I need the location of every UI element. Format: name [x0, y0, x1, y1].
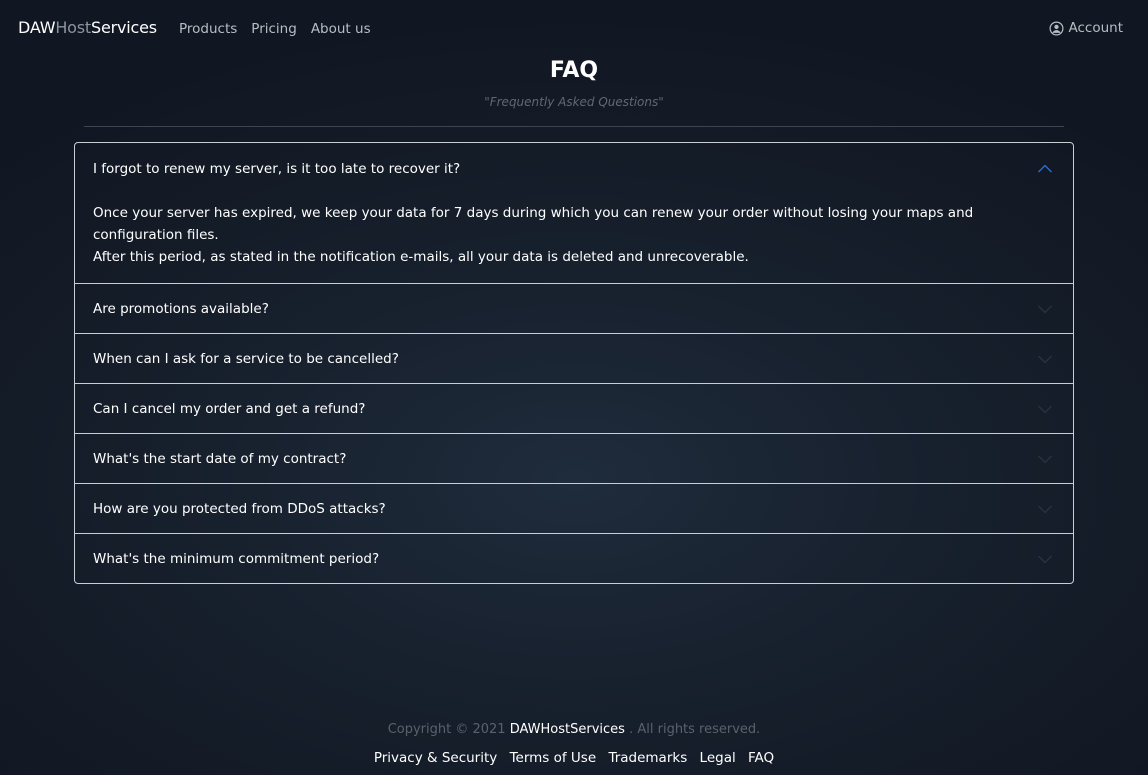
faq-item: What's the start date of my contract? — [75, 434, 1073, 484]
account-label: Account — [1068, 20, 1123, 36]
user-circle-icon — [1049, 21, 1064, 35]
faq-item: What's the minimum commitment period? — [75, 534, 1073, 583]
faq-question-button[interactable]: When can I ask for a service to be cance… — [75, 334, 1073, 383]
footer-link-legal[interactable]: Legal — [700, 750, 736, 766]
footer-links: Privacy & Security Terms of Use Trademar… — [0, 749, 1148, 767]
faq-question-button[interactable]: Are promotions available? — [75, 284, 1073, 333]
faq-answer: Once your server has expired, we keep yo… — [75, 194, 1073, 283]
faq-question: What's the minimum commitment period? — [93, 550, 380, 567]
brand-part-host: Host — [55, 18, 91, 37]
chevron-down-icon — [1038, 405, 1052, 413]
copyright-suffix: . All rights reserved. — [629, 722, 761, 737]
footer-link-terms-of-use[interactable]: Terms of Use — [510, 750, 597, 766]
nav-links: Products Pricing About us — [179, 20, 385, 38]
page-subtitle: "Frequently Asked Questions" — [484, 95, 664, 109]
nav-link-pricing[interactable]: Pricing — [251, 20, 297, 38]
nav-link-products[interactable]: Products — [179, 20, 237, 38]
account-link[interactable]: Account — [1049, 19, 1123, 37]
faq-question-button[interactable]: What's the start date of my contract? — [75, 434, 1073, 483]
brand-part-services: Services — [90, 18, 157, 37]
faq-answer-line: After this period, as stated in the noti… — [93, 249, 749, 265]
chevron-up-icon — [1038, 164, 1052, 172]
chevron-down-icon — [1038, 305, 1052, 313]
footer-link-trademarks[interactable]: Trademarks — [608, 750, 687, 766]
faq-answer-line: Once your server has expired, we keep yo… — [93, 205, 974, 243]
chevron-down-icon — [1038, 555, 1052, 563]
navbar: DAWHostServices Products Pricing About u… — [0, 0, 1148, 56]
copyright-prefix: Copyright © 2021 — [387, 722, 506, 737]
faq-question: How are you protected from DDoS attacks? — [93, 500, 386, 517]
footer-link-privacy-security[interactable]: Privacy & Security — [374, 750, 497, 766]
faq-item: Can I cancel my order and get a refund? — [75, 384, 1073, 434]
faq-question: What's the start date of my contract? — [93, 450, 347, 467]
faq-item: I forgot to renew my server, is it too l… — [75, 143, 1073, 284]
page-title: FAQ — [549, 58, 599, 83]
footer-link-faq[interactable]: FAQ — [748, 750, 774, 766]
brand-part-daw: DAW — [18, 18, 56, 37]
faq-question: Can I cancel my order and get a refund? — [93, 400, 366, 417]
faq-question-button[interactable]: What's the minimum commitment period? — [75, 534, 1073, 583]
header-divider — [84, 126, 1064, 127]
faq-question-button[interactable]: How are you protected from DDoS attacks? — [75, 484, 1073, 533]
faq-question-button[interactable]: I forgot to renew my server, is it too l… — [75, 143, 1073, 194]
nav-link-about-us[interactable]: About us — [311, 20, 371, 38]
faq-question: When can I ask for a service to be cance… — [93, 350, 399, 367]
faq-item: When can I ask for a service to be cance… — [75, 334, 1073, 384]
faq-question-button[interactable]: Can I cancel my order and get a refund? — [75, 384, 1073, 433]
copyright-brand-link[interactable]: DAWHostServices — [510, 722, 625, 737]
footer-copyright: Copyright © 2021 DAWHostServices . All r… — [0, 721, 1148, 739]
chevron-down-icon — [1038, 505, 1052, 513]
faq-accordion: I forgot to renew my server, is it too l… — [74, 142, 1074, 584]
faq-item: How are you protected from DDoS attacks? — [75, 484, 1073, 534]
chevron-down-icon — [1038, 455, 1052, 463]
faq-item: Are promotions available? — [75, 284, 1073, 334]
faq-question: Are promotions available? — [93, 300, 269, 317]
faq-question: I forgot to renew my server, is it too l… — [93, 160, 461, 177]
brand-logo[interactable]: DAWHostServices — [18, 17, 157, 39]
chevron-down-icon — [1038, 355, 1052, 363]
